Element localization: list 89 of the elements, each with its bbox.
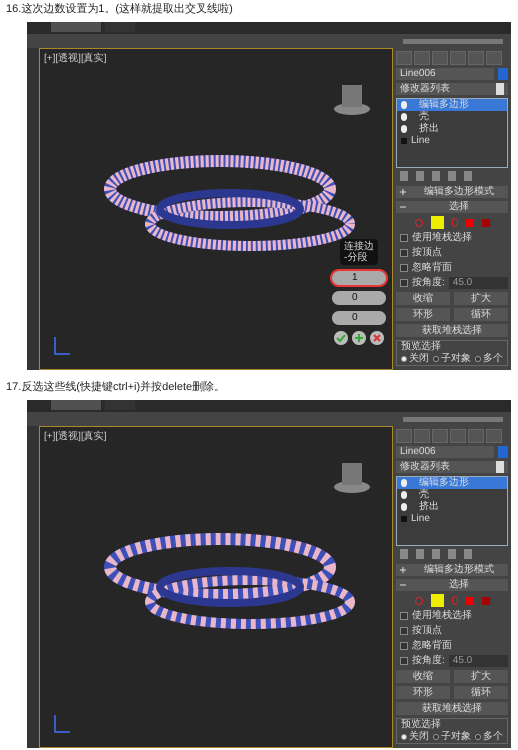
vertex-icon[interactable] [414,218,422,226]
checkbox[interactable] [400,627,408,635]
panel-button[interactable]: 环形 [396,308,450,321]
stack-item[interactable]: 挤出 [397,123,507,135]
radio-button[interactable] [475,356,481,362]
element-icon[interactable] [482,596,490,604]
radio-label: 多个 [483,731,503,743]
checkbox-label: 使用堆栈选择 [412,232,472,244]
panel-button[interactable]: 扩大 [454,670,508,683]
viewport-label[interactable]: [+][透视][真实] [44,51,107,66]
panel-button[interactable]: 环形 [396,686,450,699]
step-caption: 16.这次边数设置为1。(这样就提取出交叉线啦) [5,2,234,17]
panel-button[interactable]: 循环 [454,308,508,321]
add-icon[interactable] [352,331,366,345]
plus-icon [400,189,406,195]
modifier-list-dropdown[interactable]: 修改器列表 [396,461,508,473]
checkbox-label: 使用堆栈选择 [412,610,472,622]
object-color-swatch[interactable] [498,446,508,458]
rollout-header[interactable]: 编辑多边形模式 [396,186,508,198]
object-name-field[interactable]: Line006 [396,68,494,80]
close-icon[interactable] [370,331,384,345]
object-name-field[interactable]: Line006 [396,446,494,458]
rollout-header[interactable]: 选择 [396,579,508,591]
rollout-header[interactable]: 选择 [396,201,508,213]
checkbox[interactable] [400,657,408,665]
radio-button[interactable] [433,356,439,362]
get-stack-selection-button[interactable]: 获取堆栈选择 [396,324,508,337]
caddy-field[interactable]: 0 [332,311,386,325]
checkbox[interactable] [400,234,408,242]
radio-button[interactable] [475,734,481,740]
rollout-header[interactable]: 编辑多边形模式 [396,564,508,576]
checkbox[interactable] [400,612,408,620]
radio-label: 子对象 [441,353,471,365]
stack-item[interactable]: 壳 [397,111,507,123]
radio-button[interactable] [433,734,439,740]
object-color-swatch[interactable] [498,68,508,80]
axis-gizmo-icon [52,335,72,357]
radio-label: 关闭 [409,731,429,743]
border-icon[interactable] [452,596,458,605]
edge-icon[interactable] [430,216,444,229]
angle-field[interactable]: 45.0 [448,655,508,667]
panel-button[interactable]: 扩大 [454,292,508,305]
stack-item[interactable]: 编辑多边形 [397,99,507,111]
axis-gizmo-icon [52,713,72,735]
caddy-field[interactable]: 0 [332,291,386,305]
radio-label: 多个 [483,353,503,365]
square-icon [401,138,407,144]
stack-item[interactable]: Line [397,135,507,147]
plus-icon [400,567,406,573]
checkbox[interactable] [400,264,408,272]
radio-button[interactable] [401,734,407,740]
caddy-title: 连接边 -分段 [340,239,378,265]
radio-label: 子对象 [441,731,471,743]
modifier-list-dropdown[interactable]: 修改器列表 [396,83,508,95]
group-title: 预览选择 [401,341,442,352]
element-icon[interactable] [482,218,490,226]
square-icon [401,516,407,522]
radio-button[interactable] [401,356,407,362]
polygon-icon[interactable] [466,218,474,226]
stack-item[interactable]: 挤出 [397,501,507,513]
panel-button[interactable]: 循环 [454,686,508,699]
panel-button[interactable]: 收缩 [396,292,450,305]
checkbox[interactable] [400,279,408,287]
checkbox-label: 忽略背面 [412,262,452,274]
stack-item[interactable]: 壳 [397,489,507,501]
confirm-icon[interactable] [334,331,348,345]
angle-field[interactable]: 45.0 [448,277,508,289]
group-title: 预览选择 [401,719,442,730]
edge-icon[interactable] [430,594,444,607]
checkbox[interactable] [400,249,408,257]
stack-item[interactable]: Line [397,513,507,525]
checkbox-label: 忽略背面 [412,640,452,652]
radio-label: 关闭 [409,353,429,365]
minus-icon [400,582,406,588]
checkbox[interactable] [400,642,408,650]
panel-button[interactable]: 收缩 [396,670,450,683]
minus-icon [400,204,406,210]
polygon-icon[interactable] [466,596,474,604]
checkbox-label: 按角度: [412,655,445,667]
border-icon[interactable] [452,218,458,227]
step-caption: 17.反选这些线(快捷键ctrl+i)并按delete删除。 [5,380,226,395]
stack-item[interactable]: 编辑多边形 [397,477,507,489]
checkbox-label: 按角度: [412,277,445,289]
get-stack-selection-button[interactable]: 获取堆栈选择 [396,702,508,715]
caddy-field[interactable]: 1 [332,271,386,285]
checkbox-label: 按顶点 [412,247,442,259]
vertex-icon[interactable] [414,596,422,604]
viewport-label[interactable]: [+][透视][真实] [44,429,107,444]
checkbox-label: 按顶点 [412,625,442,637]
